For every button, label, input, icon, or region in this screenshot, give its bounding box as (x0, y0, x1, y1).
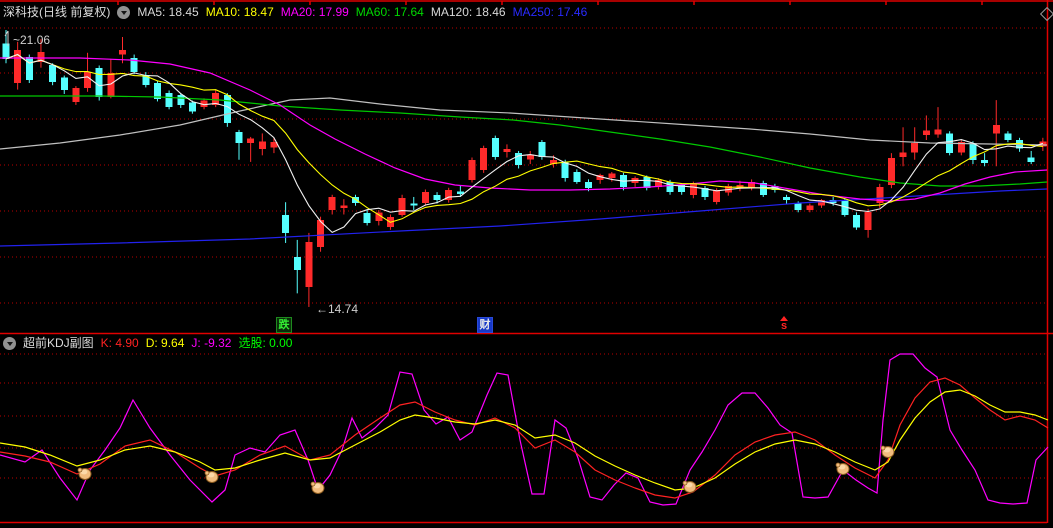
stock-title: 深科技(日线 前复权) (3, 5, 111, 19)
buy-signal-hand-icon (682, 480, 697, 493)
ma60-legend: MA60: 17.64 (355, 5, 424, 19)
buy-signal-hand-icon (77, 467, 92, 480)
main-chart-header: 深科技(日线 前复权) MA5: 18.45 MA10: 18.47 MA20:… (3, 5, 587, 20)
event-marker-2[interactable]: 财 (477, 317, 493, 333)
xuangu-value: 选股: 0.00 (238, 336, 293, 350)
event-marker-3[interactable]: s (778, 316, 790, 332)
ma10-legend: MA10: 18.47 (205, 5, 274, 19)
j-value: J: -9.32 (191, 336, 232, 350)
ma20-legend: MA20: 17.99 (280, 5, 349, 19)
buy-signal-hand-icon (204, 470, 219, 483)
event-marker-text: 跌 (278, 319, 290, 331)
lowest-price-label: ←14.74 (316, 302, 358, 316)
trading-app-window: ~21.06 ←14.74 深科技(日线 前复权) MA5: 18.45 MA10… (0, 0, 1053, 528)
buy-signal-hand-icon (880, 445, 895, 458)
buy-signal-hand-icon (310, 481, 325, 494)
ma250-legend: MA250: 17.46 (512, 5, 588, 19)
ma120-legend: MA120: 18.46 (430, 5, 506, 19)
k-value: K: 4.90 (100, 336, 139, 350)
ma5-legend: MA5: 18.45 (137, 5, 199, 19)
candlestick-kdj-chart-canvas[interactable]: ~21.06 ←14.74 (0, 0, 1053, 528)
highest-price-label: ~21.06 (13, 33, 50, 47)
buy-signal-hand-icon (835, 462, 850, 475)
event-marker-text: 财 (479, 319, 491, 331)
kdj-panel-title: 超前KDJ副图 (23, 336, 94, 350)
chevron-down-icon[interactable] (3, 337, 16, 350)
chevron-down-icon[interactable] (117, 6, 131, 19)
event-marker-text: s (780, 320, 788, 332)
d-value: D: 9.64 (145, 336, 185, 350)
event-marker-1[interactable]: 跌 (276, 317, 292, 333)
kdj-panel-header: 超前KDJ副图 K: 4.90 D: 9.64 J: -9.32 选股: 0.0… (3, 336, 292, 351)
